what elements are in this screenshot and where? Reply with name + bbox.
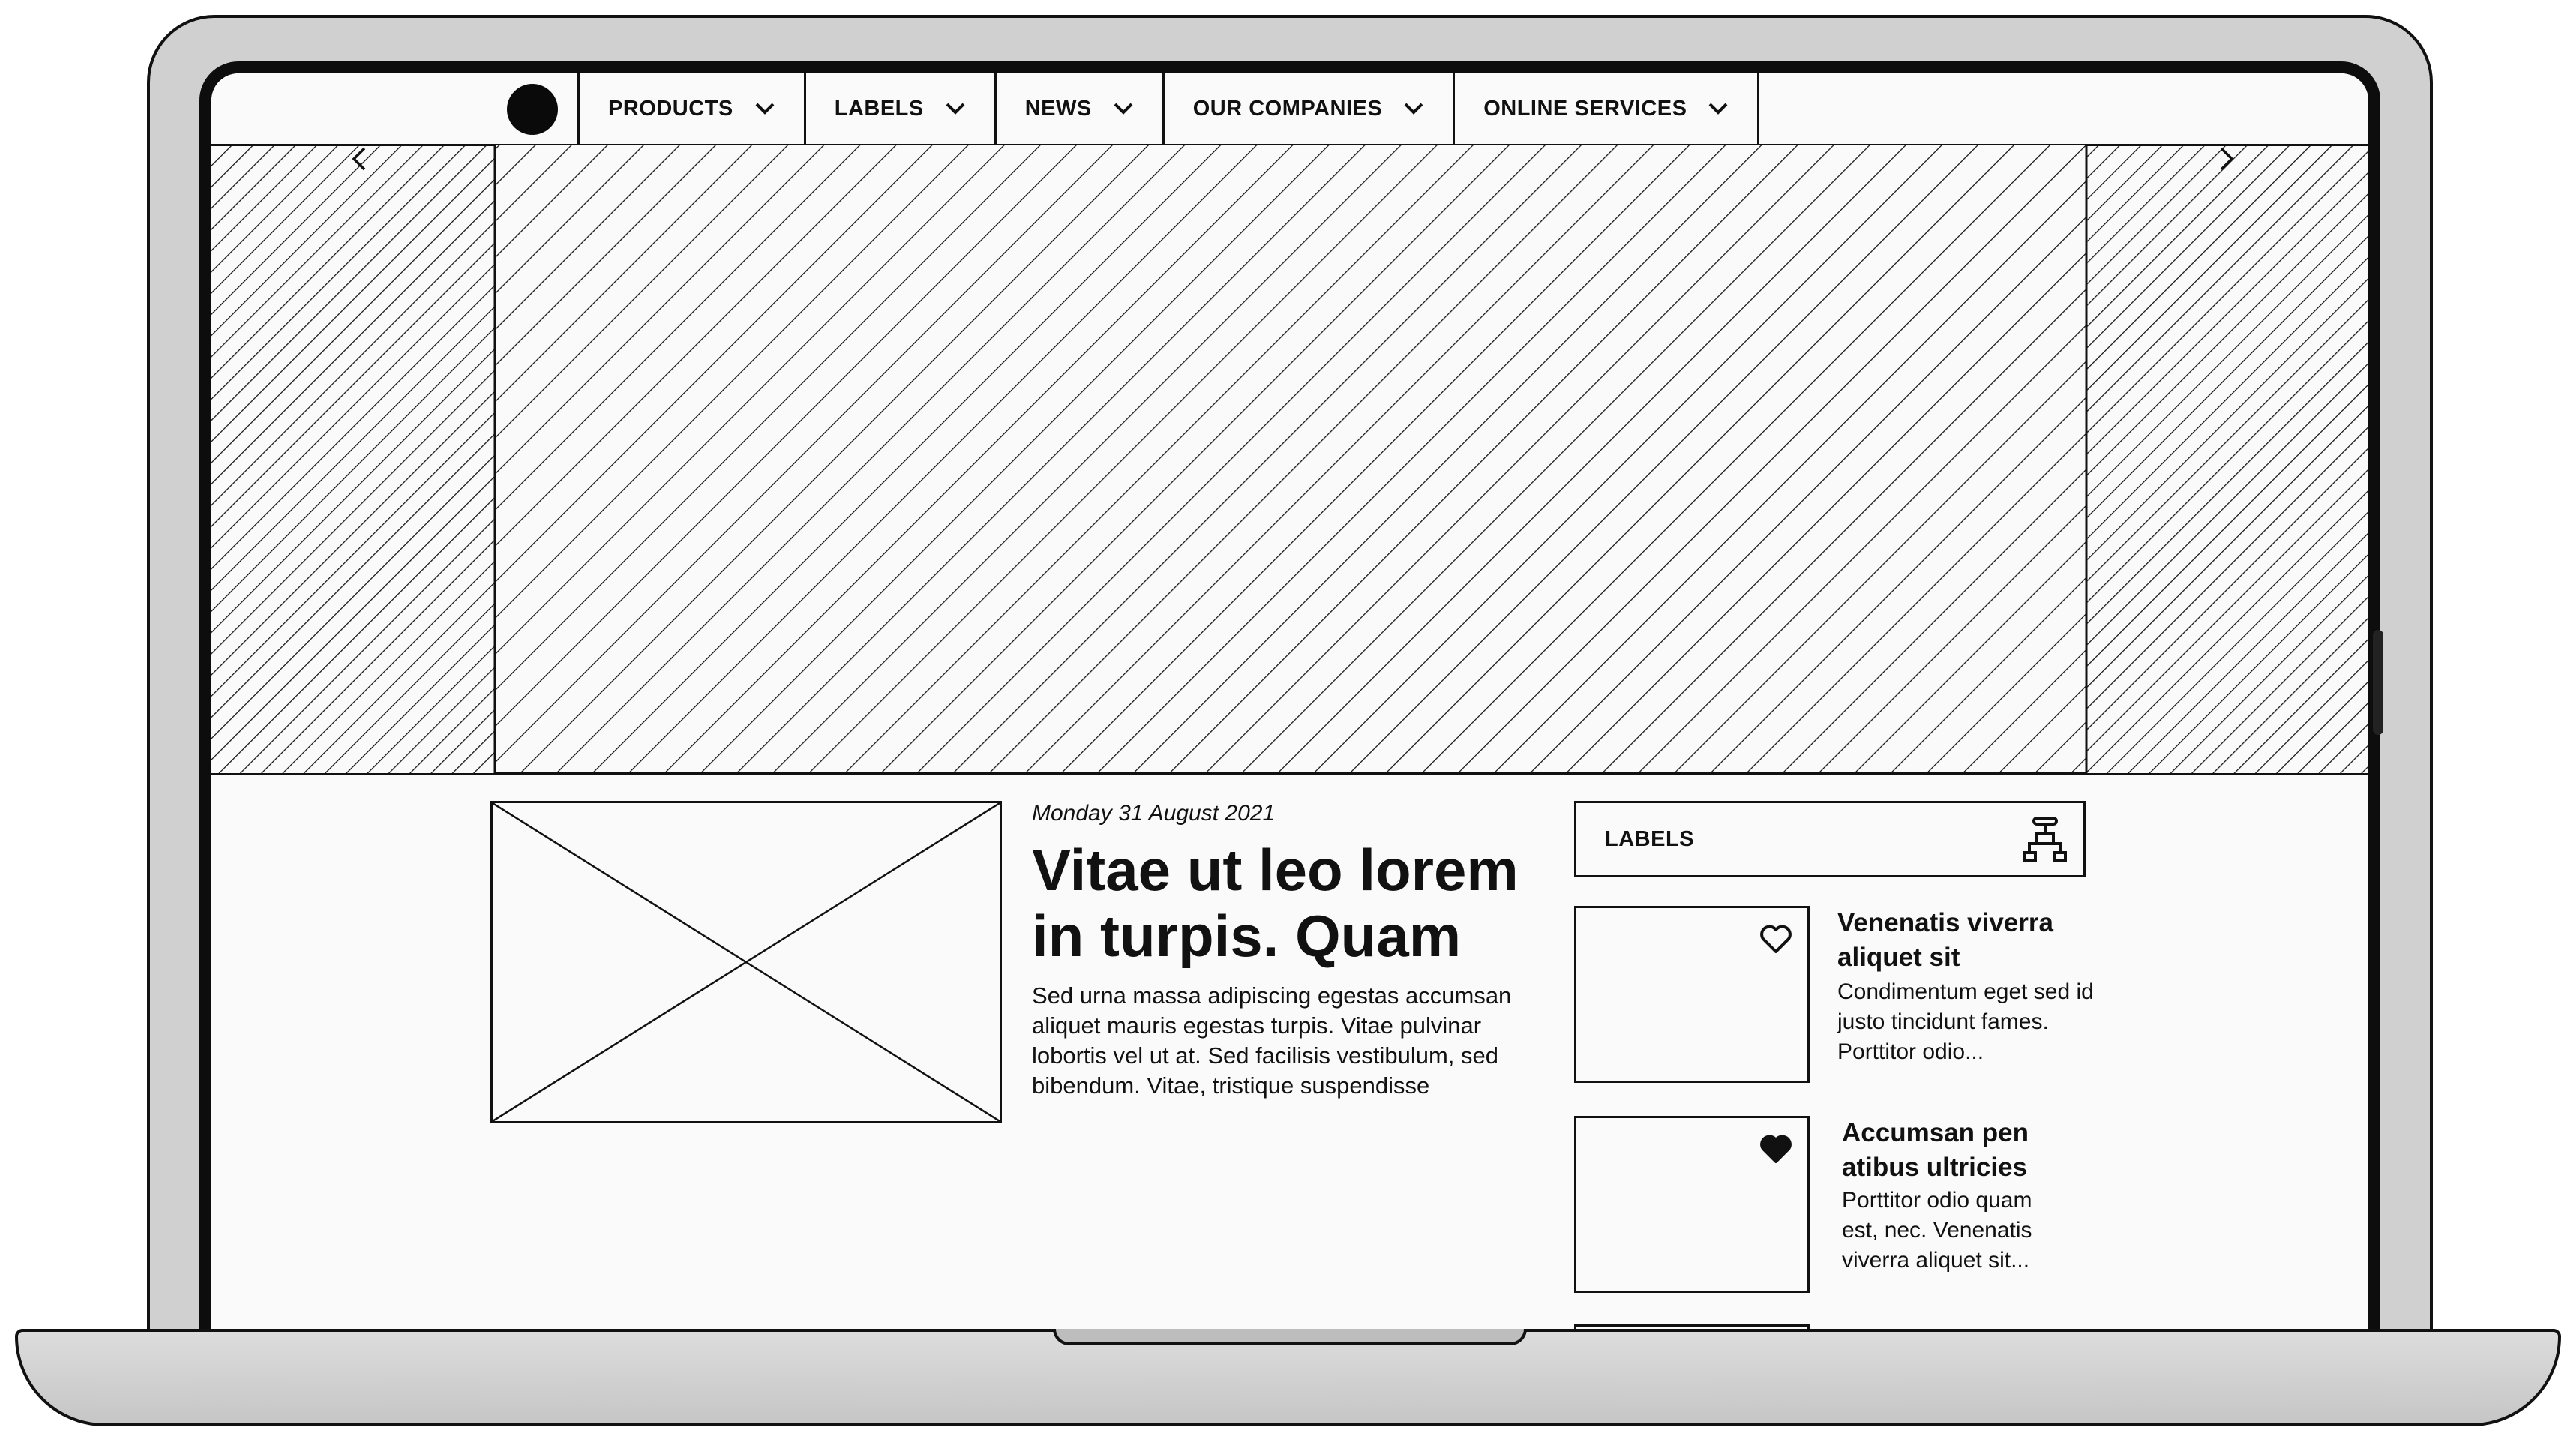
article-image-placeholder[interactable] bbox=[490, 801, 1002, 1123]
label-card-image[interactable] bbox=[1574, 1116, 1810, 1293]
labels-header[interactable]: LABELS bbox=[1574, 801, 2086, 877]
logo[interactable] bbox=[507, 84, 558, 135]
article-title[interactable]: Vitae ut leo lorem in turpis. Quam bbox=[1032, 837, 1557, 969]
labels-title: LABELS bbox=[1605, 826, 1694, 851]
nav-item-label: NEWS bbox=[1024, 96, 1092, 121]
heart-filled-icon[interactable] bbox=[1759, 1135, 1792, 1165]
chevron-down-icon bbox=[946, 103, 965, 115]
nav-item-labels[interactable]: LABELS bbox=[803, 73, 994, 144]
label-card-text: Condimentum eget sed id justo tincidunt … bbox=[1837, 979, 2094, 1064]
article-excerpt: Sed urna massa adipiscing egestas accums… bbox=[1032, 982, 1512, 1099]
chevron-down-icon bbox=[1404, 103, 1423, 115]
chevron-down-icon bbox=[755, 103, 775, 115]
laptop-side-edge bbox=[2373, 630, 2383, 735]
article-date: Monday 31 August 2021 bbox=[1032, 801, 1276, 826]
nav-item-label: ONLINE SERVICES bbox=[1483, 96, 1687, 121]
chevron-down-icon bbox=[1709, 103, 1728, 115]
nav-item-online-services[interactable]: ONLINE SERVICES bbox=[1453, 73, 1760, 144]
hero-image-placeholder bbox=[211, 144, 2368, 773]
label-card-title[interactable]: Venenatis viverra aliquet sit bbox=[1837, 906, 2107, 975]
hero-carousel bbox=[211, 144, 2368, 775]
label-card-title[interactable]: Accumsan pen atibus ultricies bbox=[1842, 1116, 2112, 1185]
carousel-next-button[interactable] bbox=[2211, 144, 2241, 174]
nav-item-news[interactable]: NEWS bbox=[994, 73, 1162, 144]
laptop-hinge-notch bbox=[1053, 1329, 1527, 1345]
main-menu: PRODUCTS LABELS NEWS OUR COMPANIES ONLIN… bbox=[577, 73, 1760, 144]
nav-item-our-companies[interactable]: OUR COMPANIES bbox=[1162, 73, 1453, 144]
chevron-down-icon bbox=[1114, 103, 1133, 115]
nav-item-label: OUR COMPANIES bbox=[1192, 96, 1383, 121]
nav-item-label: PRODUCTS bbox=[608, 96, 733, 121]
carousel-prev-button[interactable] bbox=[345, 144, 375, 174]
top-navigation: PRODUCTS LABELS NEWS OUR COMPANIES ONLIN… bbox=[211, 73, 2368, 146]
label-card-image[interactable] bbox=[1574, 906, 1810, 1083]
label-card-text: Porttitor odio quam est, nec. Venenatis … bbox=[1842, 1188, 2032, 1273]
nav-item-products[interactable]: PRODUCTS bbox=[577, 73, 804, 144]
nav-item-label: LABELS bbox=[834, 96, 924, 121]
valve-icon bbox=[2023, 817, 2067, 862]
heart-outline-icon[interactable] bbox=[1759, 925, 1792, 955]
laptop-screen: PRODUCTS LABELS NEWS OUR COMPANIES ONLIN… bbox=[211, 73, 2368, 1348]
